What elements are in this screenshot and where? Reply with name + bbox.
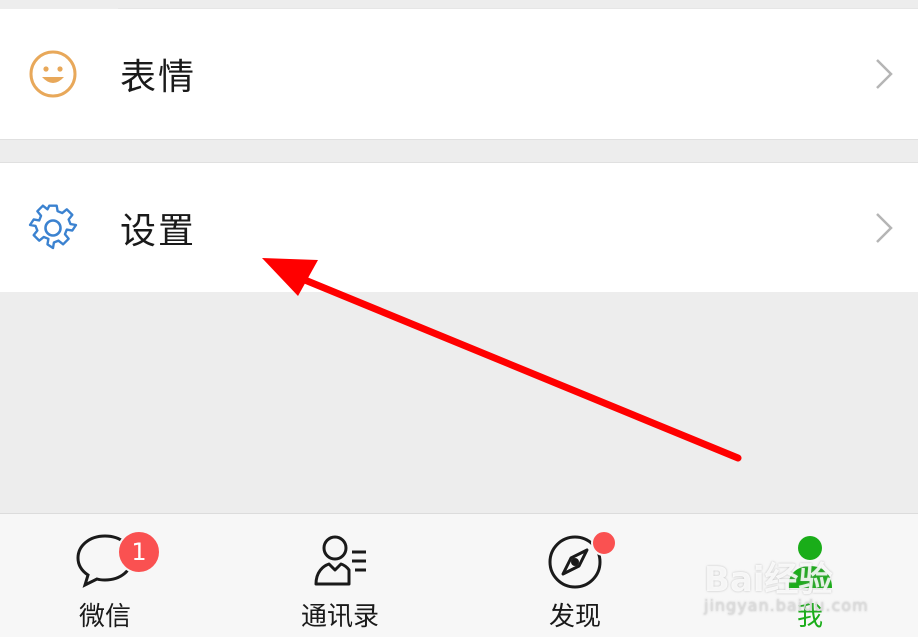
watermark-brand: Bai经验 bbox=[704, 560, 833, 600]
smiley-icon bbox=[29, 50, 77, 98]
contacts-icon bbox=[314, 535, 366, 586]
menu-item-settings[interactable]: 设置 bbox=[0, 162, 918, 293]
menu-item-emoji[interactable]: 表情 bbox=[0, 9, 918, 139]
tab-label: 发现 bbox=[548, 602, 601, 632]
empty-area bbox=[0, 292, 918, 513]
gear-icon bbox=[28, 203, 78, 249]
tab-label: 微信 bbox=[78, 602, 131, 632]
menu-item-label: 设置 bbox=[120, 210, 197, 252]
new-dot-badge bbox=[591, 530, 617, 556]
tab-label: 通讯录 bbox=[300, 602, 379, 632]
section-gap bbox=[0, 139, 918, 163]
menu-item-label: 表情 bbox=[120, 57, 197, 98]
chevron-right-icon bbox=[876, 59, 893, 89]
tab-discover[interactable]: 发现 bbox=[495, 514, 655, 637]
unread-badge: 1 bbox=[117, 530, 161, 574]
tab-contacts[interactable]: 通讯录 bbox=[260, 514, 420, 637]
watermark: Bai经验 jingyan.baidu.com bbox=[700, 548, 900, 628]
tab-chats[interactable]: 1 微信 bbox=[25, 514, 185, 637]
chevron-right-icon bbox=[876, 212, 893, 243]
watermark-site: jingyan.baidu.com bbox=[704, 596, 869, 615]
